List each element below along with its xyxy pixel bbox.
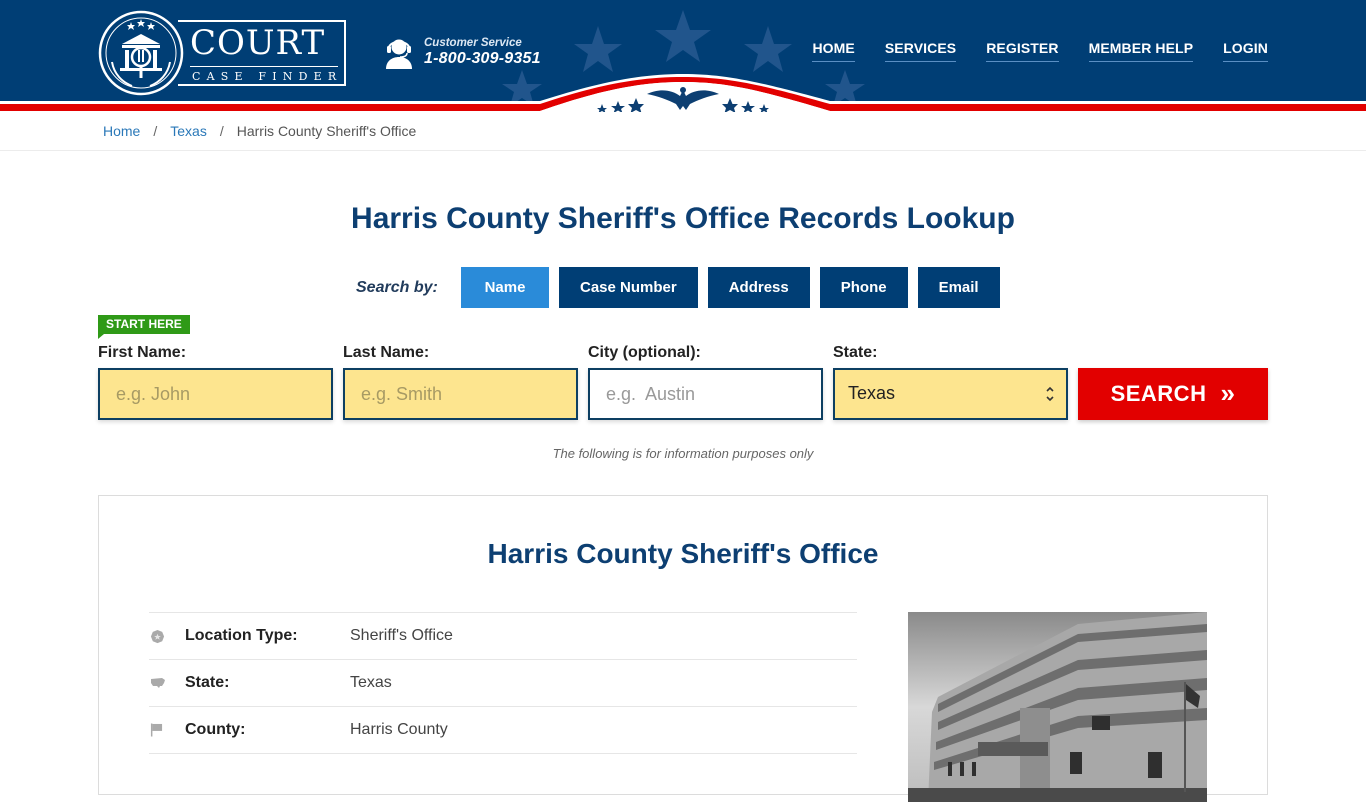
- breadcrumb: Home / Texas / Harris County Sheriff's O…: [0, 112, 1366, 151]
- page-title: Harris County Sheriff's Office Records L…: [351, 202, 1015, 235]
- state-select-value: Texas: [848, 383, 896, 403]
- office-info-card: Harris County Sheriff's Office Location …: [98, 495, 1268, 802]
- detail-row-location-type: Location Type: Sheriff's Office: [149, 613, 857, 660]
- state-label: State:: [833, 344, 878, 361]
- last-name-input[interactable]: [343, 368, 578, 420]
- city-label: City (optional):: [588, 344, 701, 361]
- nav-home[interactable]: HOME: [812, 40, 855, 62]
- search-by-label: Search by:: [356, 278, 438, 296]
- star-decoration: [744, 26, 792, 72]
- site-header: COURT CASE FINDER Customer Service 1-800…: [0, 0, 1366, 112]
- office-photo: [908, 612, 1207, 802]
- start-here-badge: START HERE: [98, 315, 190, 339]
- state-select[interactable]: Texas: [833, 368, 1068, 420]
- star-decoration: [655, 10, 711, 62]
- detail-value: Sheriff's Office: [350, 627, 453, 644]
- office-details: Location Type: Sheriff's Office State: T…: [149, 612, 857, 754]
- logo-title: COURT: [190, 23, 326, 63]
- nav-register[interactable]: REGISTER: [986, 40, 1059, 62]
- breadcrumb-home[interactable]: Home: [103, 123, 140, 139]
- search-button-label: SEARCH: [1110, 381, 1207, 406]
- select-updown-icon: [1046, 386, 1054, 402]
- logo-subtitle: CASE FINDER: [192, 70, 343, 83]
- disclaimer: The following is for information purpose…: [552, 446, 814, 461]
- detail-label: State:: [185, 674, 230, 691]
- tab-email[interactable]: Email: [917, 267, 1000, 308]
- breadcrumb-separator: /: [219, 123, 224, 139]
- detail-label: Location Type:: [185, 627, 298, 644]
- tab-phone[interactable]: Phone: [819, 267, 908, 308]
- search-button[interactable]: SEARCH »: [1078, 368, 1268, 420]
- detail-value: Harris County: [350, 721, 448, 738]
- detail-row-county: County: Harris County: [149, 707, 857, 754]
- nav-member-help[interactable]: MEMBER HELP: [1088, 40, 1194, 62]
- breadcrumb-current: Harris County Sheriff's Office: [236, 123, 417, 139]
- building-photo-image: [908, 612, 1207, 802]
- first-name-label: First Name:: [98, 344, 187, 361]
- headset-agent-icon: [386, 39, 412, 69]
- last-name-field: Last Name:: [343, 343, 578, 420]
- customer-service-label: Customer Service: [424, 37, 522, 49]
- flag-icon: [149, 722, 185, 738]
- detail-label: County:: [185, 721, 246, 738]
- courthouse-emblem-icon: [98, 10, 184, 96]
- star-decoration: [502, 70, 542, 106]
- city-field: City (optional):: [588, 343, 823, 420]
- star-decoration: [825, 70, 865, 106]
- us-map-icon: [149, 677, 185, 689]
- search-by-tabs: Search by: Name Case Number Address Phon…: [356, 267, 1010, 308]
- tab-address[interactable]: Address: [707, 267, 810, 308]
- court-case-finder-logo[interactable]: COURT CASE FINDER: [98, 10, 348, 96]
- detail-value: Texas: [350, 674, 392, 691]
- office-title: Harris County Sheriff's Office: [487, 538, 879, 569]
- tab-name[interactable]: Name: [461, 267, 549, 308]
- state-field: State: Texas: [833, 343, 1068, 420]
- nav-services[interactable]: SERVICES: [884, 40, 957, 62]
- double-chevron-right-icon: »: [1220, 378, 1236, 408]
- first-name-input[interactable]: [98, 368, 333, 420]
- main-nav: HOME SERVICES REGISTER MEMBER HELP LOGIN: [812, 40, 1268, 62]
- detail-row-state: State: Texas: [149, 660, 857, 707]
- badge-icon: [149, 629, 185, 644]
- last-name-label: Last Name:: [343, 344, 430, 361]
- breadcrumb-separator: /: [153, 123, 158, 139]
- first-name-field: First Name:: [98, 343, 333, 420]
- city-input[interactable]: [588, 368, 823, 420]
- tab-case-number[interactable]: Case Number: [559, 267, 698, 308]
- nav-login[interactable]: LOGIN: [1223, 40, 1268, 62]
- star-decoration: [574, 26, 622, 72]
- customer-service-phone[interactable]: 1-800-309-9351: [424, 50, 541, 68]
- breadcrumb-texas[interactable]: Texas: [170, 123, 207, 139]
